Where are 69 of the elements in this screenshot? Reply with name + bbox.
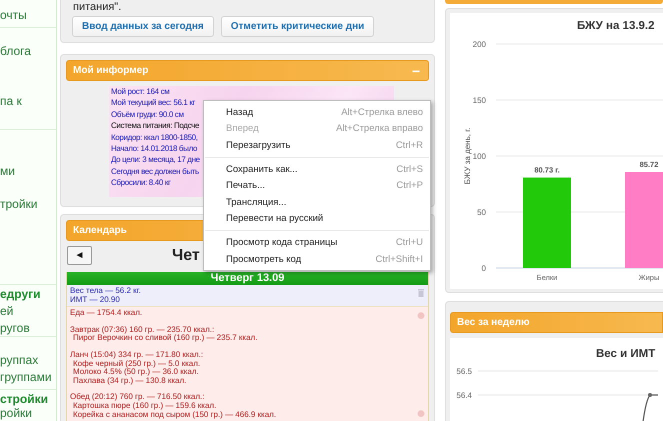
menu-item[interactable]: Сохранить как... Ctrl+S <box>204 160 430 178</box>
informer-line: Сбросили: 8.40 кг <box>111 177 171 189</box>
axis-tick-label: 56.5 <box>456 367 472 376</box>
sidebar-heading[interactable]: стройки <box>0 393 56 406</box>
shortcut-label: Alt+Стрелка вправо <box>336 123 423 134</box>
meal-title: Завтрак (07:36) 160 гр. — 235.70 ккал.: <box>70 326 216 334</box>
sidebar-link[interactable]: группами <box>0 371 56 384</box>
previous-day-button[interactable]: ◄ <box>67 246 92 265</box>
sidebar-link[interactable]: па к <box>0 95 56 108</box>
intro-text: питания". <box>73 1 122 13</box>
sidebar-link[interactable]: ругов <box>0 322 56 335</box>
panel-title: Вес за неделю <box>457 317 530 328</box>
axis-label: БЖУ за день, г. <box>463 128 472 184</box>
chart-title: БЖУ на 13.9.2 <box>577 20 655 32</box>
informer-line: Мой рост: 164 см <box>111 86 170 98</box>
weight-line: Вес тела — 56.2 кг. <box>70 287 142 296</box>
sidebar-link[interactable]: ми <box>0 165 56 178</box>
informer-line: Система питания: Подсче <box>111 120 200 132</box>
meal-item: Кофе черный (250 гр.) — 5.0 ккал. <box>72 360 202 368</box>
meal-item: Пахлава (34 гр.) — 130.8 ккал. <box>72 376 188 386</box>
axis-tick-label: 100 <box>472 152 486 161</box>
weight-line-drawing <box>642 393 658 421</box>
informer-line: Мой текущий вес: 56.1 кг <box>111 97 196 109</box>
axis-tick-label: 56.4 <box>456 391 472 400</box>
informer-line: Начало: 14.01.2018 было <box>111 143 198 154</box>
menu-item[interactable]: Перевести на русский <box>204 210 430 228</box>
shortcut-label: Ctrl+U <box>396 236 423 248</box>
day-header: Четверг 13.09 <box>67 272 428 285</box>
trash-icon[interactable] <box>417 289 425 298</box>
meal-item: Молоко 4.5% (50 гр.) — 36.0 ккал. <box>72 368 200 377</box>
menu-item[interactable]: Назад Alt+Стрелка влево <box>204 104 430 121</box>
shortcut-label: Ctrl+S <box>396 164 423 175</box>
action-button[interactable]: Отметить критические дни <box>220 16 374 37</box>
chart-title: Вес и ИМТ <box>596 348 656 360</box>
sidebar-link[interactable]: тройки <box>0 198 56 211</box>
menu-item[interactable]: Печать... Ctrl+P <box>204 177 430 194</box>
axis-tick-label: 0 <box>482 264 486 273</box>
food-total: Еда — 1754.4 ккал. <box>70 309 144 318</box>
sidebar-link[interactable]: ройки <box>0 407 56 420</box>
menu-item[interactable]: Трансляция... <box>204 194 430 211</box>
shortcut-label: Ctrl+R <box>396 140 423 151</box>
weight-line: ИМТ — 20.90 <box>70 296 121 304</box>
meal-item: Корейка с ананасом под сыром (150 гр.) — 466.9 ккал. <box>72 410 278 420</box>
informer-line: Коридор: ккал 1800-1850, <box>111 132 198 144</box>
axis-tick-label: 200 <box>472 40 486 49</box>
meal-item: Картошка пюре (160 гр.) — 159.6 ккал. <box>73 402 218 411</box>
sidebar-link[interactable]: очты <box>0 9 56 22</box>
axis-tick-label: 50 <box>477 208 486 217</box>
informer-line: Объём груди: 90.0 см <box>111 108 184 120</box>
meal-item: Пирог Верочкин со сливой (160 гр.) — 235.7 ккал. <box>73 334 258 343</box>
action-button[interactable]: Ввод данных за сегодня <box>72 16 214 37</box>
sidebar-link[interactable]: блога <box>0 45 56 58</box>
menu-item[interactable]: Просмотреть код Ctrl+Shift+I <box>204 250 430 268</box>
shortcut-label: Ctrl+P <box>396 180 423 192</box>
sidebar-link[interactable]: ей <box>0 305 56 318</box>
sidebar-heading[interactable]: едруги <box>0 288 56 301</box>
menu-item[interactable]: Просмотр кода страницы Ctrl+U <box>204 234 430 251</box>
axis-tick-label: 150 <box>472 96 486 105</box>
informer-line: Сегодня вес должен быть <box>111 166 199 178</box>
shortcut-label: Alt+Стрелка влево <box>341 106 423 118</box>
date-title: Чет <box>172 246 200 264</box>
panel-title: Календарь <box>73 225 127 236</box>
sidebar-link[interactable]: руппах <box>0 354 56 367</box>
menu-item[interactable]: Перезагрузить Ctrl+R <box>204 137 430 154</box>
meal-title: Ланч (15:04) 334 гр. — 171.80 ккал.: <box>70 350 204 360</box>
informer-line: До цели: 3 месяца, 17 дне <box>111 154 200 166</box>
panel-title: Мой информер <box>73 65 148 76</box>
meal-title: Обед (20:12) 760 гр. — 716.50 ккал.: <box>70 393 206 402</box>
shortcut-label: Ctrl+Shift+I <box>375 254 423 265</box>
